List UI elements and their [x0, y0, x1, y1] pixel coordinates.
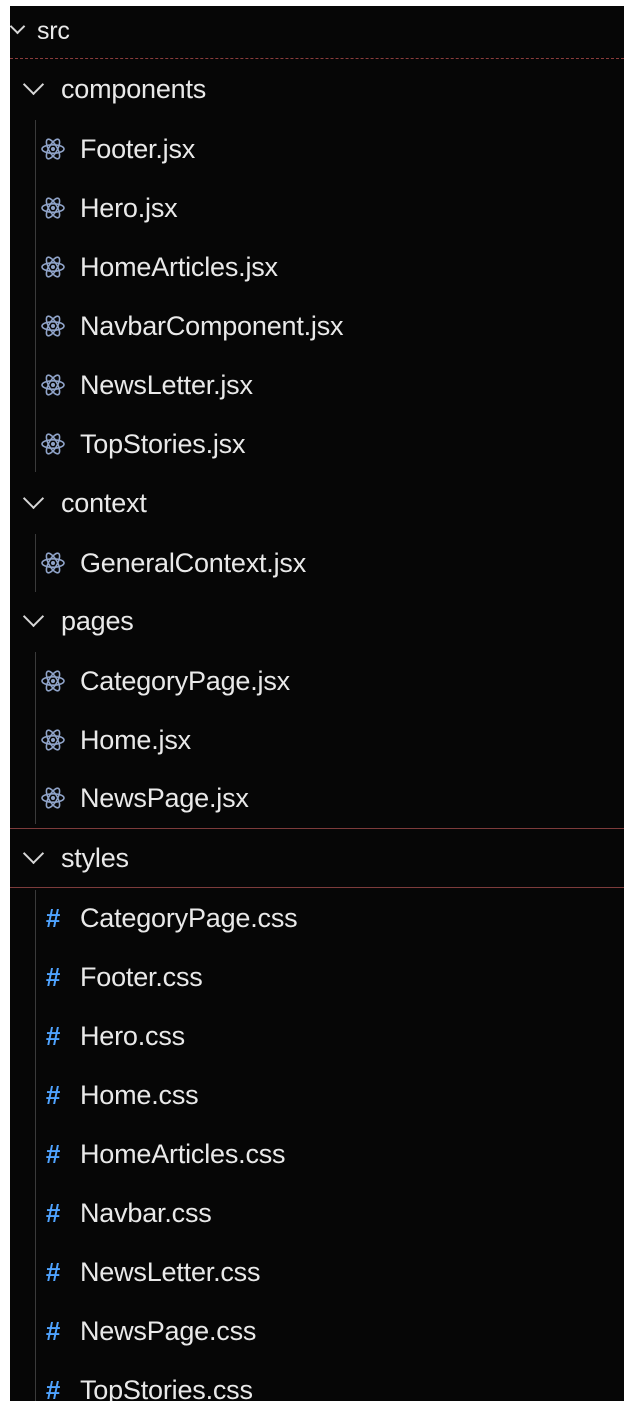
file-label: Home.jsx [80, 724, 191, 755]
file-label: HomeArticles.css [80, 1138, 286, 1169]
tree-file[interactable]: # NewsLetter.css [10, 1243, 624, 1301]
css-hash-icon: # [45, 1374, 61, 1402]
file-label: Footer.jsx [80, 133, 196, 164]
focus-outline [10, 58, 624, 59]
tree-file[interactable]: TopStories.jsx [10, 415, 624, 473]
file-label: Hero.css [80, 1020, 185, 1051]
tree-file[interactable]: # NewsPage.css [10, 1302, 624, 1360]
css-hash-icon: # [45, 1256, 61, 1287]
file-label: NewsLetter.css [80, 1256, 261, 1287]
chevron-down-icon [22, 605, 45, 628]
folder-label: src [37, 16, 70, 45]
tree-file[interactable]: HomeArticles.jsx [10, 238, 624, 296]
folder-label: context [61, 487, 147, 518]
file-label: Hero.jsx [80, 192, 178, 223]
tree-file[interactable]: # Navbar.css [10, 1184, 624, 1242]
css-hash-icon: # [45, 1079, 61, 1110]
file-label: CategoryPage.jsx [80, 665, 290, 696]
chevron-down-icon [22, 73, 45, 96]
css-hash-icon: # [45, 1315, 61, 1346]
chevron-down-icon [22, 842, 45, 865]
react-icon [41, 729, 65, 751]
css-hash-icon: # [45, 961, 61, 992]
file-explorer: src components Footer.jsx Hero.jsx HomeA… [10, 6, 624, 1401]
tree-file[interactable]: # Home.css [10, 1066, 624, 1124]
tree-folder-components[interactable]: components [10, 60, 624, 118]
react-icon [41, 315, 65, 337]
file-label: NewsLetter.jsx [80, 369, 253, 400]
file-label: NewsPage.jsx [80, 782, 249, 813]
react-icon [41, 433, 65, 455]
tree-file[interactable]: # Hero.css [10, 1007, 624, 1065]
file-label: GeneralContext.jsx [80, 547, 307, 578]
tree-file[interactable]: # CategoryPage.css [10, 889, 624, 947]
react-icon [41, 552, 65, 574]
chevron-down-icon [22, 487, 45, 510]
file-label: NewsPage.css [80, 1315, 257, 1346]
react-icon [41, 670, 65, 692]
file-label: HomeArticles.jsx [80, 251, 278, 282]
react-icon [41, 374, 65, 396]
react-icon [41, 787, 65, 809]
tree-folder-context[interactable]: context [10, 474, 624, 532]
css-hash-icon: # [45, 1197, 61, 1228]
tree-folder-pages[interactable]: pages [10, 592, 624, 650]
css-hash-icon: # [45, 902, 61, 933]
tree-folder-styles[interactable]: styles [10, 830, 624, 886]
chevron-down-icon [10, 18, 26, 35]
file-label: Footer.css [80, 961, 203, 992]
section-divider [10, 828, 624, 829]
file-label: TopStories.jsx [80, 428, 246, 459]
react-icon [41, 197, 65, 219]
tree-file[interactable]: CategoryPage.jsx [10, 652, 624, 710]
tree-file[interactable]: Hero.jsx [10, 179, 624, 237]
tree-file[interactable]: # Footer.css [10, 948, 624, 1006]
file-label: Navbar.css [80, 1197, 212, 1228]
file-label: Home.css [80, 1079, 199, 1110]
css-hash-icon: # [45, 1138, 61, 1169]
tree-file[interactable]: Home.jsx [10, 711, 624, 769]
tree-file[interactable]: # TopStories.css [10, 1361, 624, 1402]
tree-file[interactable]: NewsLetter.jsx [10, 356, 624, 414]
section-divider [10, 887, 624, 888]
tree-file[interactable]: NewsPage.jsx [10, 769, 624, 827]
tree-file[interactable]: NavbarComponent.jsx [10, 297, 624, 355]
folder-label: components [61, 73, 207, 104]
file-label: CategoryPage.css [80, 902, 298, 933]
tree-file[interactable]: GeneralContext.jsx [10, 534, 624, 592]
folder-label: styles [61, 842, 129, 873]
folder-label: pages [61, 605, 134, 636]
tree-file[interactable]: Footer.jsx [10, 120, 624, 178]
tree-file[interactable]: # HomeArticles.css [10, 1125, 624, 1183]
file-label: NavbarComponent.jsx [80, 310, 344, 341]
tree-folder-src[interactable]: src [10, 6, 624, 60]
file-label: TopStories.css [80, 1374, 253, 1402]
css-hash-icon: # [45, 1020, 61, 1051]
react-icon [41, 138, 65, 160]
react-icon [41, 256, 65, 278]
